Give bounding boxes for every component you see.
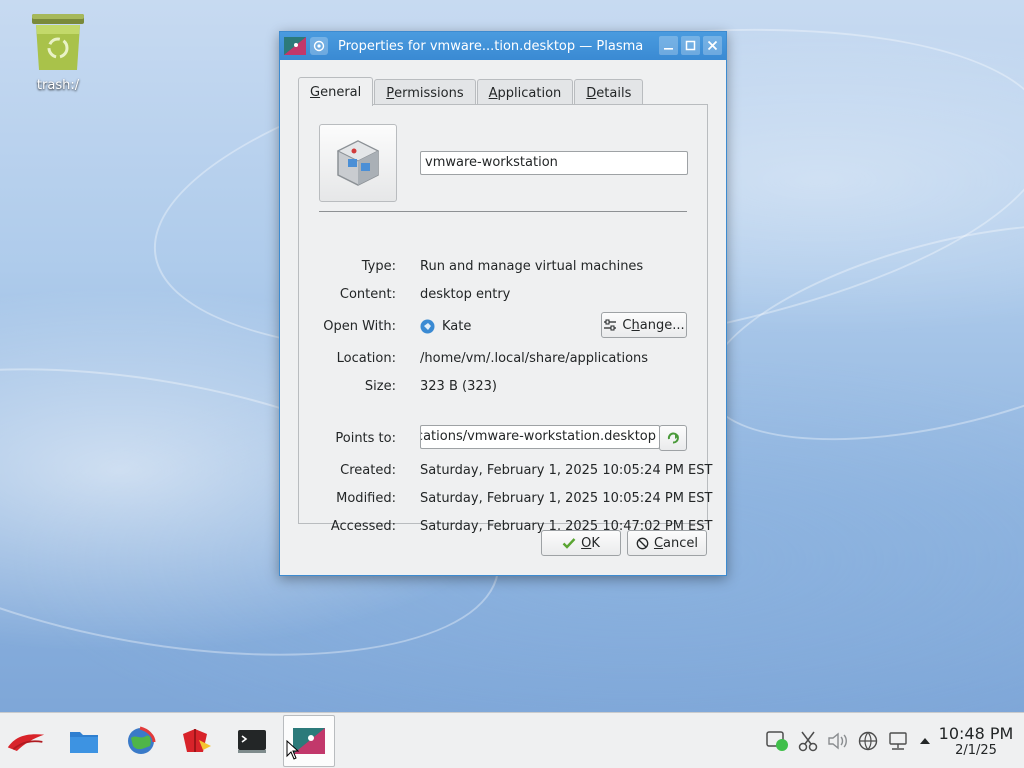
- cancel-icon: [636, 537, 649, 549]
- tray-expand-button[interactable]: [913, 729, 937, 753]
- tab-details[interactable]: Details: [574, 79, 644, 106]
- taskbar-browser[interactable]: [121, 721, 161, 761]
- kate-icon: [420, 319, 435, 333]
- properties-dialog: Properties for vmware...tion.desktop — P…: [279, 31, 727, 576]
- size-label: Size:: [364, 378, 396, 394]
- separator: [319, 211, 687, 212]
- modified-label: Modified:: [336, 490, 396, 506]
- pin-icon: [313, 40, 325, 52]
- points-to-label: Points to:: [335, 430, 396, 446]
- taskbar-package-manager[interactable]: [176, 721, 216, 761]
- tab-permissions[interactable]: Permissions: [374, 79, 476, 106]
- modified-value: Saturday, February 1, 2025 10:05:24 PM E…: [420, 490, 713, 506]
- type-row: Type: Run and manage virtual machines: [299, 256, 707, 276]
- tray-clipboard[interactable]: [796, 729, 820, 753]
- pin-button[interactable]: [310, 37, 328, 55]
- taskbar: 10:48 PM 2/1/25: [0, 712, 1024, 768]
- general-panel: vmware-workstation Type: Run and manage …: [298, 104, 712, 534]
- cancel-button[interactable]: Cancel: [627, 530, 707, 556]
- content-value: desktop entry: [420, 286, 511, 302]
- wallpaper-swirl: [685, 181, 1024, 483]
- refresh-arrow-icon: [667, 432, 679, 444]
- mouse-cursor-icon: [286, 740, 300, 760]
- tray-network[interactable]: [886, 729, 910, 753]
- taskbar-properties-window[interactable]: [283, 715, 335, 767]
- go-to-target-button[interactable]: [659, 425, 687, 451]
- window-title: Properties for vmware...tion.desktop — P…: [338, 38, 644, 54]
- desktop-icon-label: trash:/: [36, 78, 80, 93]
- content-row: Content: desktop entry: [299, 284, 707, 304]
- minimize-icon: [664, 48, 673, 50]
- open-with-label: Open With:: [323, 318, 396, 334]
- ok-button[interactable]: OK: [541, 530, 621, 556]
- volume-icon: [828, 732, 847, 750]
- package-icon: [183, 729, 211, 752]
- application-launcher-button[interactable]: [6, 721, 46, 761]
- titlebar[interactable]: Properties for vmware...tion.desktop — P…: [280, 32, 726, 60]
- created-label: Created:: [340, 462, 396, 478]
- tab-general[interactable]: General: [298, 77, 374, 106]
- tray-updates[interactable]: [766, 729, 790, 753]
- clock-time: 10:48 PM: [938, 724, 1014, 743]
- location-row: Location: /home/vm/.local/share/applicat…: [299, 348, 707, 368]
- tab-application[interactable]: Application: [476, 79, 574, 106]
- terminal-icon: [238, 730, 266, 753]
- desktop-icon-trash[interactable]: trash:/: [20, 10, 96, 93]
- folder-icon: [70, 732, 98, 753]
- globe-outline-icon: [858, 731, 878, 751]
- content-label: Content:: [339, 286, 396, 302]
- modified-row: Modified: Saturday, February 1, 2025 10:…: [299, 488, 712, 508]
- scissors-icon: [798, 731, 818, 752]
- size-value: 323 B (323): [420, 378, 497, 394]
- tab-bar: General Permissions Application Details: [298, 77, 644, 106]
- taskbar-terminal[interactable]: [232, 721, 272, 761]
- sliders-icon: [604, 319, 617, 331]
- checkmark-icon: [562, 538, 576, 549]
- taskbar-file-manager[interactable]: [64, 721, 104, 761]
- maximize-icon: [685, 40, 696, 51]
- location-label: Location:: [336, 350, 396, 366]
- change-button[interactable]: Change...: [601, 312, 687, 338]
- globe-icon: [128, 726, 156, 754]
- size-row: Size: 323 B (323): [299, 376, 707, 396]
- tray-network-globe[interactable]: [856, 729, 880, 753]
- type-label: Type:: [361, 258, 396, 274]
- updates-icon: [766, 731, 788, 751]
- launcher-icon: [7, 734, 45, 751]
- close-button[interactable]: [703, 36, 722, 55]
- type-value: Run and manage virtual machines: [420, 258, 644, 274]
- points-to-input[interactable]: /home/vm/.local/share/applications/vmwar…: [420, 425, 660, 449]
- clock-date: 2/1/25: [955, 743, 997, 758]
- trash-icon: [32, 14, 84, 70]
- maximize-button[interactable]: [681, 36, 700, 55]
- tray-volume[interactable]: [826, 729, 850, 753]
- open-with-value: Kate: [442, 318, 472, 334]
- location-value: /home/vm/.local/share/applications: [420, 350, 649, 366]
- name-input[interactable]: vmware-workstation: [420, 151, 688, 175]
- file-icon-button[interactable]: [319, 124, 397, 202]
- digital-clock[interactable]: 10:48 PM 2/1/25: [936, 724, 1016, 759]
- accessed-label: Accessed:: [330, 518, 396, 534]
- minimize-button[interactable]: [659, 36, 678, 55]
- chevron-up-icon: [920, 738, 930, 744]
- created-row: Created: Saturday, February 1, 2025 10:0…: [299, 460, 712, 480]
- close-icon: [707, 40, 718, 51]
- created-value: Saturday, February 1, 2025 10:05:24 PM E…: [420, 462, 713, 478]
- virtualbox-cube-icon: [336, 140, 380, 186]
- app-icon: [284, 37, 306, 55]
- network-wired-icon: [889, 732, 907, 750]
